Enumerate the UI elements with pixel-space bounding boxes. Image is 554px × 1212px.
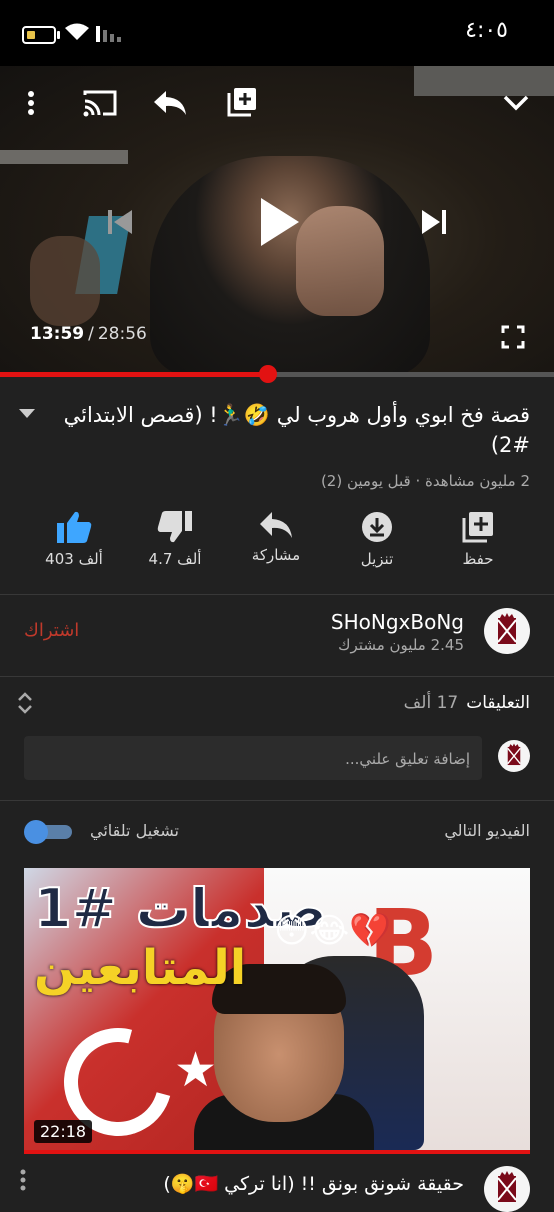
thumbnail-progress-bar: [24, 1150, 530, 1154]
minimize-chevron-icon[interactable]: [498, 88, 534, 118]
save-button[interactable]: حفظ: [423, 510, 533, 568]
video-duration: 22:18: [34, 1120, 93, 1143]
more-options-icon[interactable]: [16, 1168, 30, 1196]
user-avatar: [498, 740, 530, 772]
wifi-icon: [65, 23, 89, 40]
share-icon[interactable]: [150, 86, 190, 120]
dislike-count: 4.7 ألف: [148, 550, 202, 568]
thumbnail-text-2: المتابعين: [34, 940, 247, 996]
video-player[interactable]: 13:59/28:56: [0, 66, 554, 376]
download-label: تنزيل: [360, 550, 394, 568]
subscribe-button[interactable]: اشتراك: [24, 620, 79, 641]
thumbs-down-icon: [157, 511, 192, 543]
download-button[interactable]: تنزيل: [322, 510, 432, 568]
channel-name[interactable]: SHoNgxBoNg: [331, 610, 464, 634]
comments-label: التعليقات: [466, 693, 530, 713]
status-bar: ٤:٠٥: [0, 0, 554, 66]
next-video-title[interactable]: حقيقة شونق بونق !! (انا تركي 🇹🇷🤫): [163, 1172, 464, 1195]
share-button[interactable]: مشاركة: [221, 510, 331, 564]
progress-scrubber[interactable]: [258, 365, 277, 383]
divider: [0, 676, 554, 677]
add-to-playlist-icon[interactable]: [224, 84, 260, 120]
video-progress-bar[interactable]: [0, 365, 554, 383]
next-channel-avatar[interactable]: [484, 1166, 530, 1212]
share-icon: [260, 512, 292, 538]
current-time: 13:59: [30, 324, 85, 344]
progress-fill: [0, 372, 268, 377]
play-icon[interactable]: [254, 192, 304, 252]
up-next-label: الفيديو التالي: [444, 821, 530, 840]
channel-avatar[interactable]: [484, 608, 530, 654]
status-time: ٤:٠٥: [465, 18, 508, 43]
download-icon: [362, 512, 392, 542]
thumbnail-emoji: 😳😂💔: [274, 911, 392, 951]
channel-logo-icon: [497, 613, 517, 644]
total-time: 28:56: [97, 324, 147, 344]
time-display: 13:59/28:56: [30, 324, 147, 344]
comment-input[interactable]: إضافة تعليق علني...: [24, 736, 482, 780]
autoplay-label: تشغيل تلقائي: [90, 821, 179, 840]
previous-icon[interactable]: [104, 206, 136, 238]
next-video-thumbnail[interactable]: ★ B صدمات #1 المتابعين 😳😂💔: [24, 868, 530, 1150]
save-label: حفظ: [462, 550, 494, 568]
comments-count: 17 ألف: [403, 693, 459, 713]
divider: [0, 800, 554, 801]
expand-collapse-icon[interactable]: [16, 690, 34, 716]
thumbs-up-icon: [57, 511, 92, 543]
save-playlist-icon: [462, 512, 493, 543]
video-meta: 2 مليون مشاهدة · قبل يومين (2): [320, 472, 530, 490]
dislike-button[interactable]: 4.7 ألف: [120, 510, 230, 568]
battery-icon: [22, 26, 60, 44]
autoplay-toggle[interactable]: [24, 820, 74, 844]
like-count: 403 ألف: [45, 550, 103, 568]
toggle-knob: [24, 820, 48, 844]
expand-description-icon[interactable]: [18, 408, 36, 420]
comments-header[interactable]: التعليقات 17 ألف: [404, 693, 530, 713]
signal-icon: [96, 26, 121, 42]
action-bar: 403 ألف 4.7 ألف مشاركة تنزيل حفظ: [0, 510, 554, 580]
next-icon[interactable]: [418, 206, 450, 238]
share-label: مشاركة: [251, 546, 301, 564]
subscriber-count: 2.45 مليون مشترك: [338, 636, 464, 654]
user-logo-icon: [507, 743, 521, 766]
like-button[interactable]: 403 ألف: [19, 510, 129, 568]
fullscreen-icon[interactable]: [498, 322, 528, 352]
divider: [0, 594, 554, 595]
video-title[interactable]: قصة فخ ابوي وأول هروب لي 🤣🏃‍♂️! (قصص الا…: [60, 400, 530, 460]
time-separator: /: [88, 324, 94, 344]
channel-logo-icon: [497, 1171, 517, 1202]
cast-icon[interactable]: [82, 86, 118, 120]
more-options-icon[interactable]: [18, 86, 44, 120]
